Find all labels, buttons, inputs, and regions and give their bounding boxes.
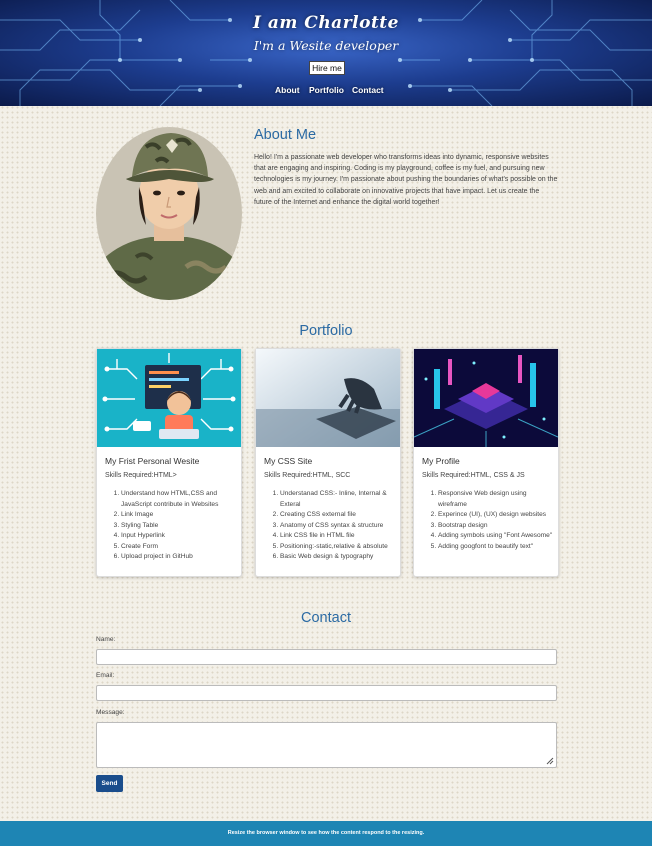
about-heading: About Me: [254, 127, 317, 143]
portfolio-heading: Portfolio: [299, 323, 353, 339]
hire-me-button[interactable]: Hire me: [309, 61, 345, 75]
hero-header: I am Charlotte I'm a Wesite developer Hi…: [0, 0, 652, 106]
portfolio-card-1[interactable]: My Frist Personal Wesite Skills Required…: [96, 348, 242, 577]
list-item: Upload project in GitHub: [121, 552, 237, 563]
list-item: Understand how HTML,CSS and JavaScript c…: [121, 489, 237, 510]
resize-grip-icon[interactable]: [546, 757, 554, 765]
list-item: Creating CSS external file: [280, 510, 396, 521]
portfolio-card-2[interactable]: My CSS Site Skills Required:HTML, SCC Un…: [255, 348, 401, 577]
message-textarea[interactable]: [96, 722, 557, 768]
list-item: Adding symbols using "Font Awesome": [438, 531, 554, 542]
list-item: Understanad CSS:- Inline, Internal & Ext…: [280, 489, 396, 510]
list-item: Adding googfont to beautify text": [438, 542, 554, 553]
portfolio-card-image: [97, 349, 241, 447]
nav-link-portfolio[interactable]: Portfolio: [309, 85, 344, 95]
portfolio-card-image: [414, 349, 558, 447]
portfolio-card-image: [256, 349, 400, 447]
name-label: Name:: [96, 636, 116, 643]
portfolio-card-title: My Frist Personal Wesite: [105, 456, 200, 466]
nav-link-contact[interactable]: Contact: [352, 85, 384, 95]
main-nav: About Portfolio Contact: [0, 85, 652, 97]
list-item: Anatomy of CSS syntax & structure: [280, 521, 396, 532]
hero-subtitle: I'm a Wesite developer: [253, 38, 399, 53]
list-item: Styling Table: [121, 521, 237, 532]
send-button[interactable]: Send: [96, 775, 123, 792]
list-item: Positioning:-static,relative & absolute: [280, 542, 396, 553]
footer-text: Resize the browser window to see how the…: [227, 830, 425, 836]
portfolio-card-list: Understanad CSS:- Inline, Internal & Ext…: [264, 489, 396, 563]
contact-heading: Contact: [301, 610, 351, 626]
about-paragraph: Hello! I'm a passionate web developer wh…: [254, 154, 558, 206]
hero-title: I am Charlotte: [253, 13, 399, 33]
list-item: Input Hyperlink: [121, 531, 237, 542]
portfolio-card-list: Responsive Web design using wireframe Ex…: [422, 489, 554, 552]
list-item: Link Image: [121, 510, 237, 521]
portfolio-card-skills: Skills Required:HTML, CSS & JS: [422, 472, 525, 479]
list-item: Bootstrap design: [438, 521, 554, 532]
portfolio-card-3[interactable]: My Profile Skills Required:HTML, CSS & J…: [413, 348, 559, 577]
list-item: Responsive Web design using wireframe: [438, 489, 554, 510]
footer: Resize the browser window to see how the…: [0, 821, 652, 846]
message-label: Message:: [96, 709, 125, 716]
portfolio-card-list: Understand how HTML,CSS and JavaScript c…: [105, 489, 237, 563]
portfolio-card-skills: Skills Required:HTML>: [105, 472, 177, 479]
portfolio-card-skills: Skills Required:HTML, SCC: [264, 472, 351, 479]
email-input[interactable]: [96, 685, 557, 701]
list-item: Link CSS file in HTML file: [280, 531, 396, 542]
nav-link-about[interactable]: About: [275, 85, 300, 95]
profile-photo: [96, 127, 242, 300]
list-item: Experince (UI), (UX) design websites: [438, 510, 554, 521]
name-input[interactable]: [96, 649, 557, 665]
portfolio-card-title: My CSS Site: [264, 456, 313, 466]
email-label: Email:: [96, 672, 115, 679]
list-item: Create Form: [121, 542, 237, 553]
list-item: Basic Web design & typography: [280, 552, 396, 563]
portfolio-card-title: My Profile: [422, 456, 460, 466]
